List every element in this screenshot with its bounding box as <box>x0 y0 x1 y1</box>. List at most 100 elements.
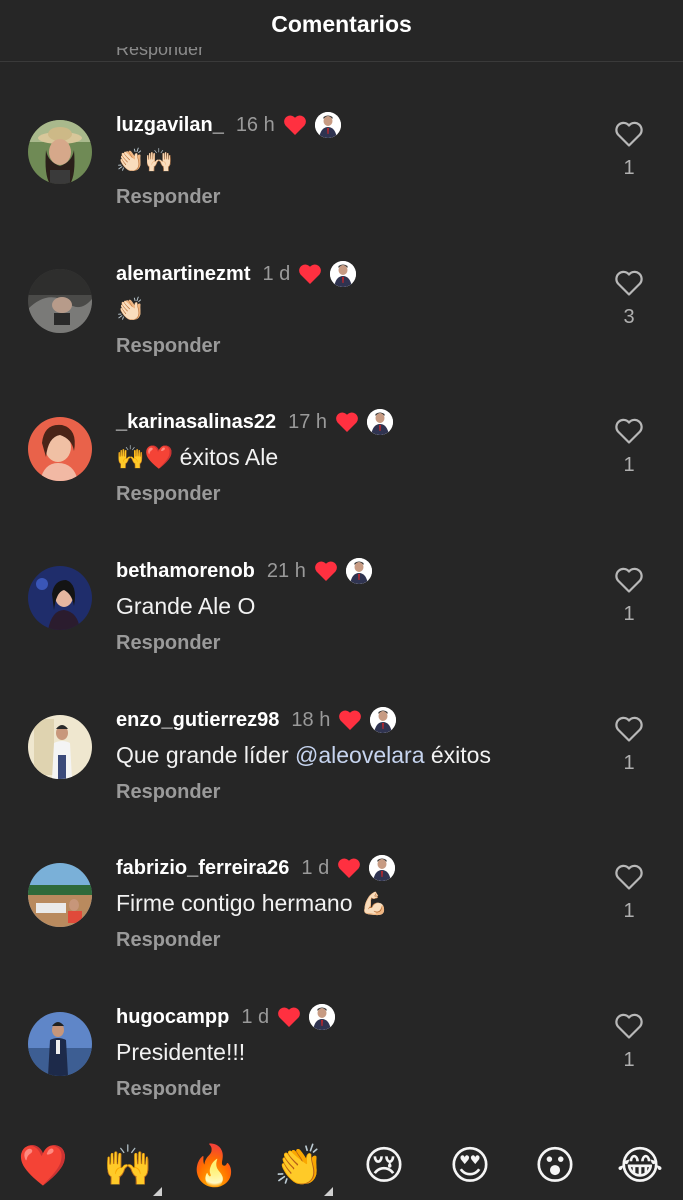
comment-item: bethamorenob 21 h Grande Ale O Responder… <box>0 558 683 715</box>
like-button[interactable]: 1 <box>611 863 647 923</box>
reply-button[interactable]: Responder <box>116 186 220 209</box>
like-count: 1 <box>623 752 635 774</box>
avatar[interactable] <box>28 269 92 333</box>
like-button[interactable]: 1 <box>611 417 647 477</box>
comment-time: 1 d <box>241 1005 270 1028</box>
reply-button[interactable]: Responder <box>116 781 220 804</box>
skin-tone-indicator-icon <box>324 1187 333 1196</box>
comment-text-part: Firme contigo hermano <box>116 890 353 916</box>
comment-text: Firme contigo hermano 💪🏻 <box>116 890 388 917</box>
reply-button[interactable]: Responder <box>116 1078 220 1101</box>
reaction-laughing-emoji[interactable]: 😂 <box>614 1140 666 1192</box>
avatar[interactable] <box>28 863 92 927</box>
reply-button[interactable]: Responder <box>116 929 220 952</box>
comment-time: 21 h <box>266 559 306 582</box>
like-count: 1 <box>623 603 635 625</box>
username[interactable]: luzgavilan_ <box>116 114 224 137</box>
red-heart-icon <box>283 114 307 136</box>
heart-outline-icon <box>614 1013 644 1044</box>
like-count: 1 <box>623 157 635 179</box>
like-count: 1 <box>623 1049 635 1071</box>
avatar[interactable] <box>28 120 92 184</box>
red-heart-icon <box>337 857 361 879</box>
username[interactable]: hugocampp <box>116 1006 229 1029</box>
username[interactable]: bethamorenob <box>116 560 255 583</box>
username[interactable]: enzo_gutierrez98 <box>116 709 279 732</box>
like-button[interactable]: 3 <box>611 269 647 329</box>
username[interactable]: alemartinezmt <box>116 263 251 286</box>
reaction-heart-eyes-emoji[interactable]: 😍 <box>444 1140 496 1192</box>
comment-text-part: Que grande líder <box>116 742 296 768</box>
comment-meta: alemartinezmt 1 d <box>116 260 357 288</box>
comment-text: Presidente!!! <box>116 1039 246 1065</box>
comment-meta: hugocampp 1 d <box>116 1003 336 1031</box>
like-count: 3 <box>623 306 635 328</box>
like-count: 1 <box>623 454 635 476</box>
comment-text: 👏🏻🙌🏻 <box>116 147 174 173</box>
author-avatar-icon <box>369 855 396 881</box>
comment-text-part: éxitos <box>424 742 491 768</box>
reaction-fire-emoji[interactable]: 🔥 <box>188 1140 240 1192</box>
reply-button[interactable]: Responder <box>116 483 220 506</box>
comment-meta: _karinasalinas22 17 h <box>116 408 394 436</box>
reply-button[interactable]: Responder <box>116 632 220 655</box>
author-avatar-icon <box>330 261 357 287</box>
quick-reaction-bar: ❤️ 🙌 🔥 👏 😢 😍 😮 😂 <box>0 1132 683 1200</box>
comment-meta: luzgavilan_ 16 h <box>116 111 341 139</box>
comment-time: 1 d <box>262 262 291 285</box>
comment-time: 1 d <box>301 856 330 879</box>
skin-tone-indicator-icon <box>153 1187 162 1196</box>
like-button[interactable]: 1 <box>611 566 647 626</box>
heart-outline-icon <box>614 270 644 301</box>
reaction-surprised-emoji[interactable]: 😮 <box>529 1140 581 1192</box>
comment-meta: bethamorenob 21 h <box>116 557 372 585</box>
like-button[interactable]: 1 <box>611 715 647 775</box>
page-title: Comentarios <box>271 11 412 37</box>
flexed-biceps-emoji: 💪🏻 <box>360 890 388 916</box>
avatar[interactable] <box>28 1012 92 1076</box>
comment-text: Que grande líder @aleovelara éxitos <box>116 742 491 769</box>
reaction-heart-emoji[interactable]: ❤️ <box>17 1140 69 1192</box>
like-button[interactable]: 1 <box>611 1012 647 1072</box>
author-avatar-icon <box>370 707 397 733</box>
previous-reply-peek: Responder <box>116 47 205 59</box>
avatar[interactable] <box>28 417 92 481</box>
red-heart-icon <box>338 709 362 731</box>
author-avatar-icon <box>345 558 372 584</box>
username[interactable]: fabrizio_ferreira26 <box>116 857 289 880</box>
heart-outline-icon <box>614 418 644 449</box>
comment-item: _karinasalinas22 17 h 🙌❤️ éxitos Ale Res… <box>0 409 683 566</box>
red-heart-icon <box>298 263 322 285</box>
comment-time: 18 h <box>291 708 331 731</box>
heart-outline-icon <box>614 121 644 152</box>
heart-outline-icon <box>614 864 644 895</box>
avatar[interactable] <box>28 566 92 630</box>
reaction-crying-emoji[interactable]: 😢 <box>358 1140 410 1192</box>
reply-button[interactable]: Responder <box>116 335 220 358</box>
comment-item: alemartinezmt 1 d 👏🏻 Responder 3 <box>0 261 683 418</box>
author-avatar-icon <box>309 1004 336 1030</box>
comment-time: 16 h <box>235 113 275 136</box>
red-heart-icon <box>277 1006 301 1028</box>
author-avatar-icon <box>314 112 341 138</box>
comment-text: 👏🏻 <box>116 296 145 322</box>
mention-link[interactable]: @aleovelara <box>295 742 424 769</box>
heart-outline-icon <box>614 716 644 747</box>
comment-text: Grande Ale O <box>116 593 256 619</box>
comment-item: enzo_gutierrez98 18 h Que grande líder @… <box>0 707 683 864</box>
username[interactable]: _karinasalinas22 <box>116 411 276 434</box>
like-count: 1 <box>623 900 635 922</box>
comment-item: fabrizio_ferreira26 1 d Firme contigo he… <box>0 855 683 1012</box>
reaction-raising-hands-emoji[interactable]: 🙌 <box>102 1140 162 1196</box>
reaction-clapping-hands-emoji[interactable]: 👏 <box>273 1140 333 1196</box>
comment-item: luzgavilan_ 16 h 👏🏻🙌🏻 Responder 1 <box>0 112 683 269</box>
comment-meta: enzo_gutierrez98 18 h <box>116 706 397 734</box>
author-avatar-icon <box>367 409 394 435</box>
like-button[interactable]: 1 <box>611 120 647 180</box>
comment-meta: fabrizio_ferreira26 1 d <box>116 854 396 882</box>
avatar[interactable] <box>28 715 92 779</box>
red-heart-icon <box>335 411 359 433</box>
heart-outline-icon <box>614 567 644 598</box>
comments-header: Comentarios Responder <box>0 0 683 62</box>
red-heart-icon <box>314 560 338 582</box>
